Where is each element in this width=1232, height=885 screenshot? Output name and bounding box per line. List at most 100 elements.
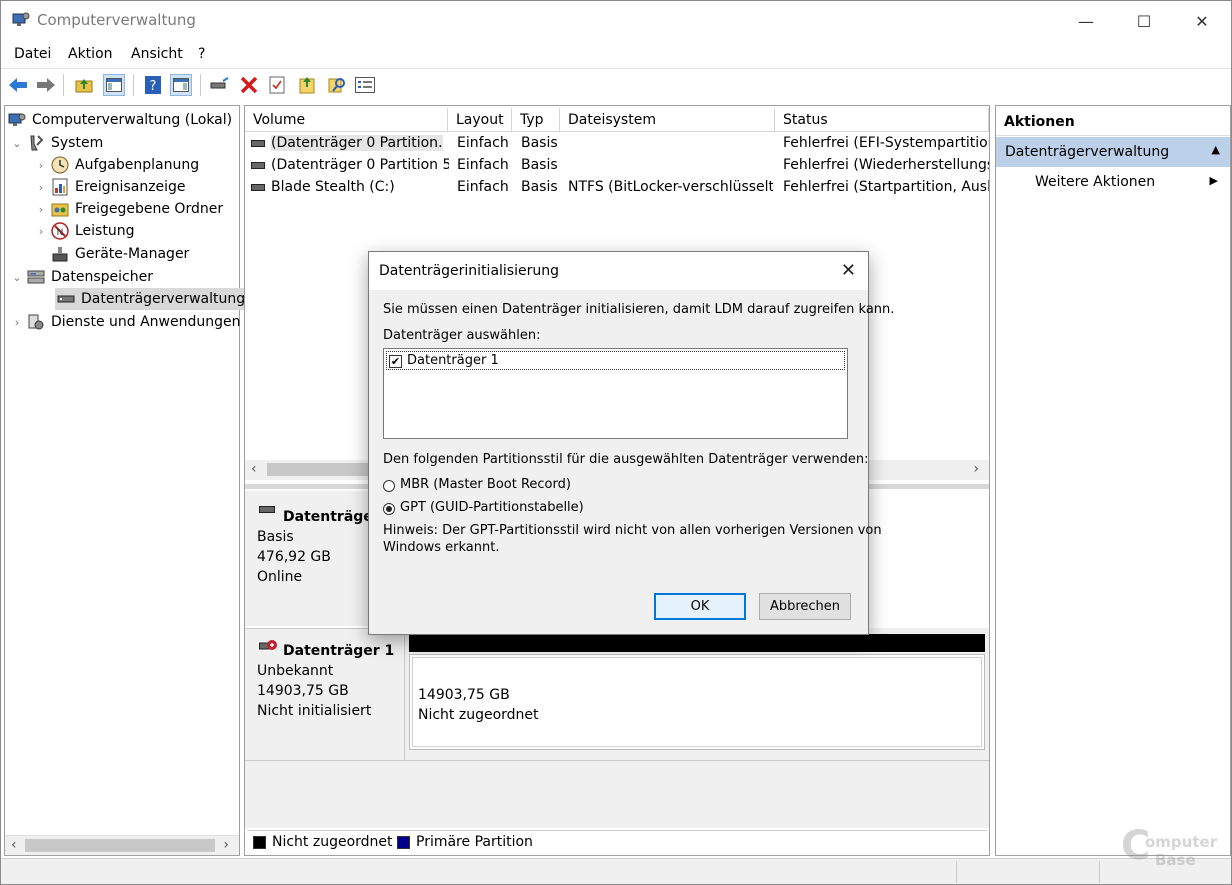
shared-folders-icon (51, 203, 69, 217)
scroll-right-arrow-icon[interactable]: › (223, 837, 229, 853)
action-label: Weitere Aktionen (1035, 174, 1156, 190)
chevron-right-icon[interactable]: › (35, 159, 47, 172)
chevron-right-icon[interactable]: › (11, 316, 23, 329)
tree-item-datenspeicher[interactable]: ⌄ Datenspeicher (11, 266, 153, 288)
gpt-radio[interactable] (383, 503, 395, 515)
table-row[interactable]: Blade Stealth (C:) Einfach Basis NTFS (B… (245, 177, 989, 199)
toolbar: ? (1, 68, 1231, 102)
disk-1-name: Datenträger 1 (283, 643, 395, 659)
legend-primary-label: Primäre Partition (416, 834, 533, 850)
menu-aktion[interactable]: Aktion (68, 46, 113, 62)
tree-item-leistung[interactable]: › N Leistung (35, 220, 134, 242)
dialog-select-label: Datenträger auswählen: (383, 328, 541, 343)
forward-arrow-icon[interactable] (35, 74, 57, 96)
legend-unallocated-swatch (253, 836, 266, 849)
disk-checkbox[interactable]: ✔ (389, 355, 402, 368)
close-button[interactable]: ✕ (1173, 1, 1231, 41)
cell-typ: Basis (521, 135, 558, 151)
disk-listbox[interactable]: ✔ Datenträger 1 (383, 348, 848, 439)
actions-section-datentraegerverwaltung[interactable]: Datenträgerverwaltung ▲ (996, 137, 1230, 167)
tree-item-system[interactable]: ⌄ System (11, 132, 103, 154)
dialog-intro-text: Sie müssen einen Datenträger initialisie… (383, 302, 895, 317)
ok-button[interactable]: OK (654, 593, 746, 620)
tree-item-geraete-manager[interactable]: Geräte-Manager (35, 243, 189, 265)
column-header-volume[interactable]: Volume (245, 108, 448, 132)
chevron-right-icon[interactable]: › (35, 203, 47, 216)
actions-title: Aktionen (1004, 114, 1075, 130)
watermark-logo: C omputer Base (1121, 823, 1218, 869)
cell-layout: Einfach (457, 157, 509, 173)
show-hide-action-pane-icon[interactable] (170, 74, 192, 96)
scroll-left-arrow-icon[interactable]: ‹ (251, 461, 257, 477)
connect-drive-icon[interactable] (208, 74, 230, 96)
status-bar (1, 858, 1231, 884)
column-header-layout[interactable]: Layout (448, 108, 512, 132)
scroll-right-arrow-icon[interactable]: › (973, 461, 979, 477)
settings-list-icon[interactable] (354, 74, 376, 96)
mbr-radio-label[interactable]: MBR (Master Boot Record) (400, 477, 571, 492)
disk-list-item[interactable]: ✔ Datenträger 1 (386, 351, 845, 370)
scrollbar-thumb[interactable] (267, 463, 377, 476)
menu-ansicht[interactable]: Ansicht (131, 46, 183, 62)
collapse-arrow-icon[interactable]: ▲ (1212, 143, 1220, 156)
dialog-close-icon[interactable]: ✕ (841, 260, 856, 281)
toolbar-separator (63, 74, 64, 96)
cancel-button[interactable]: Abbrechen (759, 593, 851, 620)
gpt-radio-label[interactable]: GPT (GUID-Partitionstabelle) (400, 500, 584, 515)
chevron-right-icon[interactable]: › (35, 225, 47, 238)
column-header-status[interactable]: Status (775, 108, 989, 132)
column-header-typ[interactable]: Typ (512, 108, 560, 132)
toolbar-separator (200, 74, 201, 96)
scrollbar-thumb[interactable] (25, 839, 215, 852)
chevron-right-icon[interactable]: › (35, 181, 47, 194)
properties-icon[interactable] (266, 74, 288, 96)
actions-section-label: Datenträgerverwaltung (1005, 144, 1170, 160)
cell-typ: Basis (521, 157, 558, 173)
cell-status: Fehlerfrei (EFI-Systempartition) (783, 135, 989, 151)
maximize-button[interactable]: ☐ (1115, 1, 1173, 41)
column-header-dateisystem[interactable]: Dateisystem (560, 108, 775, 132)
menu-datei[interactable]: Datei (14, 46, 51, 62)
export-list-icon[interactable] (296, 74, 318, 96)
menu-help[interactable]: ? (198, 46, 205, 62)
actions-header: Aktionen (996, 106, 1230, 136)
tree-item-label: Geräte-Manager (75, 246, 190, 262)
chevron-down-icon[interactable]: ⌄ (11, 137, 23, 150)
unallocated-partition[interactable]: 14903,75 GB Nicht zugeordnet (409, 654, 985, 750)
disk-0-name: Datenträger (283, 509, 380, 525)
tree-root[interactable]: Computerverwaltung (Lokal) (8, 109, 232, 131)
tree-item-dienste-und-anwendungen[interactable]: › Dienste und Anwendungen (11, 311, 241, 333)
cell-status: Fehlerfrei (Wiederherstellungsp (783, 157, 989, 173)
performance-icon: N (51, 222, 69, 240)
tree-item-label: Ereignisanzeige (75, 179, 186, 195)
disk-icon (259, 506, 275, 513)
help-icon[interactable]: ? (142, 74, 164, 96)
disk-1-type: Unbekannt (257, 663, 334, 679)
tree-item-ereignisanzeige[interactable]: › Ereignisanzeige (35, 176, 186, 198)
tree-root-label: Computerverwaltung (Lokal) (32, 112, 233, 128)
title-bar: Computerverwaltung — ☐ ✕ (1, 1, 1231, 41)
cell-volume: Blade Stealth (C:) (271, 179, 395, 195)
delete-icon[interactable] (238, 74, 260, 96)
chevron-down-icon[interactable]: ⌄ (11, 271, 23, 284)
show-hide-console-tree-icon[interactable] (103, 74, 125, 96)
disk-1-state: Nicht initialisiert (257, 703, 372, 719)
disk-management-icon (57, 295, 75, 303)
tree-item-aufgabenplanung[interactable]: › Aufgabenplanung (35, 154, 199, 176)
table-row[interactable]: (Datenträger 0 Partition… Einfach Basis … (245, 133, 989, 155)
mbr-radio[interactable] (383, 480, 395, 492)
back-arrow-icon[interactable] (7, 74, 29, 96)
disk-1-info[interactable]: Datenträger 1 Unbekannt 14903,75 GB Nich… (245, 628, 405, 760)
minimize-button[interactable]: — (1057, 1, 1115, 41)
find-icon[interactable] (326, 74, 348, 96)
cell-layout: Einfach (457, 179, 509, 195)
tree-item-datentraegerverwaltung[interactable]: Datenträgerverwaltung (55, 288, 250, 310)
scroll-left-arrow-icon[interactable]: ‹ (11, 837, 17, 853)
disk-error-icon (259, 640, 277, 650)
action-weitere-aktionen[interactable]: Weitere Aktionen ▶ (996, 169, 1230, 195)
up-folder-icon[interactable] (73, 74, 95, 96)
tree-item-freigegebene-ordner[interactable]: › Freigegebene Ordner (35, 198, 223, 220)
tree-horizontal-scrollbar[interactable]: ‹ › (5, 835, 239, 855)
table-row[interactable]: (Datenträger 0 Partition 5) Einfach Basi… (245, 155, 989, 177)
disk-list-item-label: Datenträger 1 (407, 353, 499, 368)
